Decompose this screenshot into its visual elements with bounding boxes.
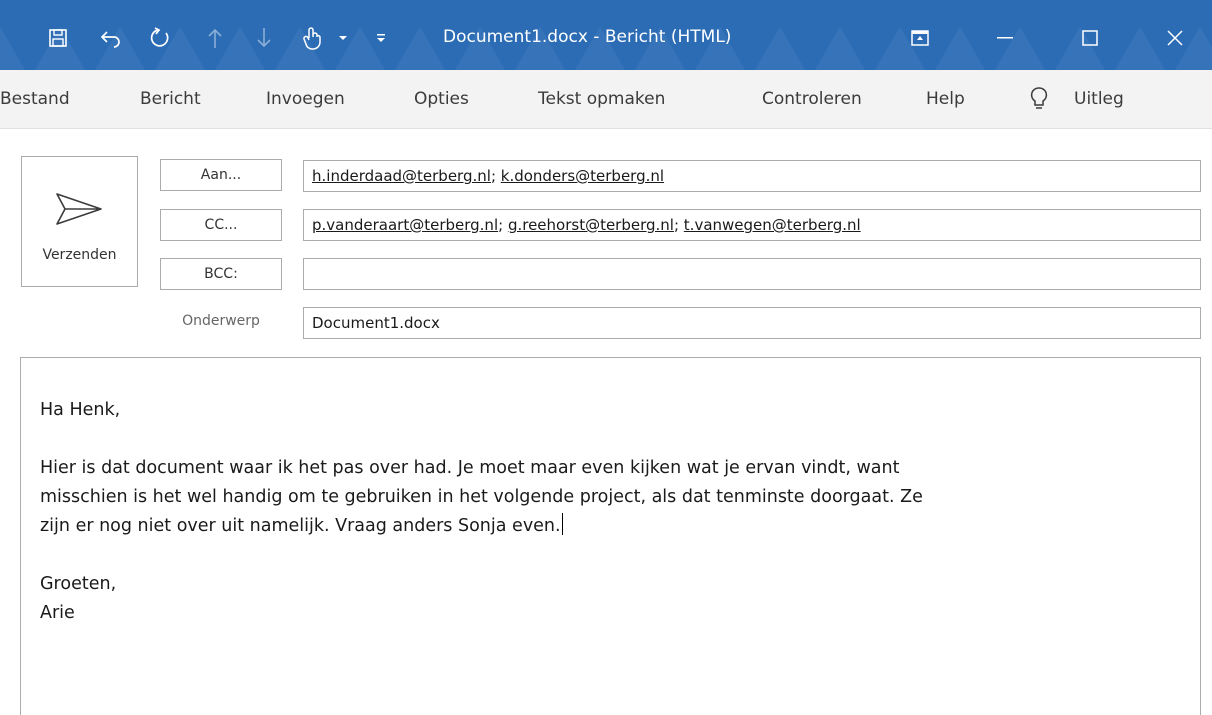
closing: Groeten, [40, 574, 117, 594]
undo-icon[interactable] [96, 20, 126, 56]
title-bar: Document1.docx - Bericht (HTML) [0, 0, 1212, 70]
send-label: Verzenden [42, 247, 117, 263]
body-line: misschien is het wel handig om te gebrui… [40, 487, 923, 507]
tab-invoegen[interactable]: Invoegen [266, 89, 345, 109]
tab-tekst-opmaken[interactable]: Tekst opmaken [538, 89, 665, 109]
tab-bestand[interactable]: Bestand [0, 89, 70, 109]
cc-field[interactable]: p.vanderaart@terberg.nl; g.reehorst@terb… [303, 209, 1201, 241]
bcc-button[interactable]: BCC: [160, 258, 282, 290]
subject-field[interactable]: Document1.docx [303, 307, 1201, 339]
signature: Arie [40, 603, 75, 623]
close-icon[interactable] [1155, 20, 1195, 56]
to-button[interactable]: Aan... [160, 159, 282, 191]
to-field[interactable]: h.inderdaad@terberg.nl; k.donders@terber… [303, 160, 1201, 192]
maximize-icon[interactable] [1070, 20, 1110, 56]
recipient-chip[interactable]: p.vanderaart@terberg.nl [312, 216, 498, 234]
lightbulb-icon [1030, 86, 1048, 114]
tab-bericht[interactable]: Bericht [140, 89, 201, 109]
message-body[interactable]: Ha Henk, Hier is dat document waar ik he… [20, 357, 1201, 715]
ribbon-tab-bar: Bestand Bericht Invoegen Opties Tekst op… [0, 70, 1212, 129]
tab-opties[interactable]: Opties [414, 89, 469, 109]
down-arrow-icon[interactable] [251, 20, 277, 56]
recipient-chip[interactable]: k.donders@terberg.nl [501, 167, 664, 185]
body-line: Hier is dat document waar ik het pas ove… [40, 458, 900, 478]
bcc-field[interactable] [303, 258, 1201, 290]
body-line-last: zijn er nog niet over uit namelijk. Vraa… [40, 512, 1160, 541]
minimize-icon[interactable] [985, 20, 1025, 56]
send-button[interactable]: Verzenden [21, 156, 138, 287]
recipient-chip[interactable]: h.inderdaad@terberg.nl [312, 167, 491, 185]
recipient-chip[interactable]: t.vanwegen@terberg.nl [684, 216, 861, 234]
subject-label: Onderwerp [182, 313, 260, 329]
message-text[interactable]: Ha Henk, Hier is dat document waar ik he… [40, 396, 1160, 628]
touch-mode-icon[interactable] [298, 20, 326, 56]
save-icon[interactable] [42, 20, 74, 56]
cc-button[interactable]: CC... [160, 209, 282, 241]
redo-icon[interactable] [146, 20, 176, 56]
ribbon-display-icon[interactable] [905, 20, 935, 56]
recipient-chip[interactable]: g.reehorst@terberg.nl [508, 216, 674, 234]
customize-icon[interactable] [372, 20, 390, 56]
text-cursor [561, 513, 563, 535]
window-title: Document1.docx - Bericht (HTML) [443, 27, 732, 47]
send-icon [56, 193, 102, 225]
up-arrow-icon[interactable] [202, 20, 228, 56]
tab-help[interactable]: Help [926, 89, 965, 109]
tab-uitleg[interactable]: Uitleg [1074, 89, 1124, 109]
tab-controleren[interactable]: Controleren [762, 89, 862, 109]
dropdown-arrow-icon[interactable] [334, 20, 352, 56]
greeting: Ha Henk, [40, 400, 121, 420]
